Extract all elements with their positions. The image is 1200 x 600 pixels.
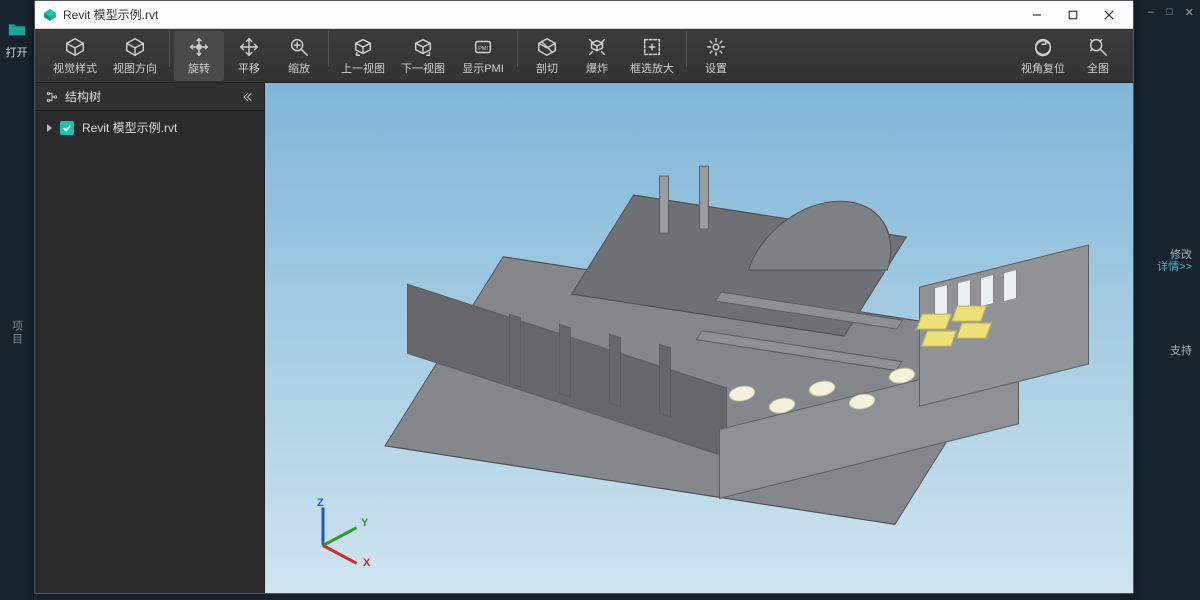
main-toolbar: 视觉样式 视图方向 旋转 平移 缩放 上一视图 — [35, 29, 1133, 83]
toolbar-separator — [169, 31, 170, 67]
pmi-icon: PMI — [472, 36, 494, 58]
open-file-button[interactable]: 打开 — [6, 18, 28, 60]
marquee-zoom-icon — [641, 36, 663, 58]
structure-tree-panel: 结构树 Revit 模型示例.rvt — [35, 83, 265, 593]
y-axis-label: Y — [361, 517, 368, 529]
rotate-3d-icon — [188, 36, 210, 58]
x-axis-label: X — [363, 557, 370, 569]
bg-details-link[interactable]: 详情>> — [1157, 258, 1192, 274]
view-direction-button[interactable]: 视图方向 — [105, 31, 165, 81]
window-titlebar[interactable]: Revit 模型示例.rvt — [35, 1, 1133, 29]
toolbar-separator — [517, 31, 518, 67]
folder-open-icon — [6, 18, 28, 40]
window-title: Revit 模型示例.rvt — [63, 6, 158, 23]
close-button[interactable] — [1091, 2, 1127, 28]
structure-tree-title: 结构树 — [65, 88, 101, 105]
explode-icon — [586, 36, 608, 58]
pan-button[interactable]: 平移 — [224, 31, 274, 81]
app-left-strip: 打开 项目 — [0, 0, 34, 600]
toolbar-separator — [686, 31, 687, 67]
viewer-window: Revit 模型示例.rvt 视觉样式 视图方向 旋转 — [34, 0, 1134, 594]
reset-view-button[interactable]: 视角复位 — [1013, 31, 1073, 81]
fit-all-button[interactable]: 全图 — [1073, 31, 1123, 81]
show-pmi-button[interactable]: PMI 显示PMI — [453, 31, 513, 81]
minimize-button[interactable] — [1019, 2, 1055, 28]
cube-shaded-icon — [64, 36, 86, 58]
svg-text:PMI: PMI — [478, 45, 488, 51]
rotate-button[interactable]: 旋转 — [174, 31, 224, 81]
section-button[interactable]: 剖切 — [522, 31, 572, 81]
expand-caret-icon[interactable] — [47, 124, 52, 132]
structure-tree-header[interactable]: 结构树 — [35, 83, 264, 111]
fit-screen-icon — [1087, 36, 1109, 58]
prev-view-button[interactable]: 上一视图 — [333, 31, 393, 81]
side-panel-label[interactable]: 项目 — [9, 320, 25, 346]
cube-prev-icon — [352, 36, 374, 58]
collapse-panel-icon[interactable] — [240, 90, 254, 104]
maximize-button[interactable] — [1055, 2, 1091, 28]
y-axis — [322, 526, 357, 546]
tree-item-label: Revit 模型示例.rvt — [82, 119, 177, 136]
bg-close-button[interactable]: ✕ — [1185, 6, 1194, 19]
explode-button[interactable]: 爆炸 — [572, 31, 622, 81]
open-file-label: 打开 — [6, 44, 28, 60]
visibility-checkbox[interactable] — [60, 121, 74, 135]
zoom-button[interactable]: 缩放 — [274, 31, 324, 81]
bg-maximize-button[interactable]: □ — [1166, 6, 1173, 19]
section-cut-icon — [536, 36, 558, 58]
cube-next-icon — [412, 36, 434, 58]
next-view-button[interactable]: 下一视图 — [393, 31, 453, 81]
content-area: 结构树 Revit 模型示例.rvt — [35, 83, 1133, 593]
3d-viewport[interactable]: Z Y X — [265, 83, 1133, 593]
bg-text-line-2: 支持 — [1170, 342, 1192, 358]
box-zoom-button[interactable]: 框选放大 — [622, 31, 682, 81]
building-model[interactable] — [359, 146, 1039, 516]
x-axis — [322, 544, 357, 564]
reset-view-icon — [1032, 36, 1054, 58]
settings-button[interactable]: 设置 — [691, 31, 741, 81]
tree-icon — [45, 90, 59, 104]
pan-move-icon — [238, 36, 260, 58]
app-logo-icon — [43, 8, 57, 22]
tree-root-item[interactable]: Revit 模型示例.rvt — [35, 111, 264, 144]
zoom-in-icon — [288, 36, 310, 58]
gear-icon — [705, 36, 727, 58]
toolbar-separator — [328, 31, 329, 67]
axis-triad[interactable]: Z Y X — [289, 479, 379, 569]
z-axis-label: Z — [317, 497, 324, 509]
cube-outline-icon — [124, 36, 146, 58]
z-axis — [322, 508, 325, 546]
visual-style-button[interactable]: 视觉样式 — [45, 31, 105, 81]
bg-minimize-button[interactable]: – — [1148, 6, 1154, 19]
